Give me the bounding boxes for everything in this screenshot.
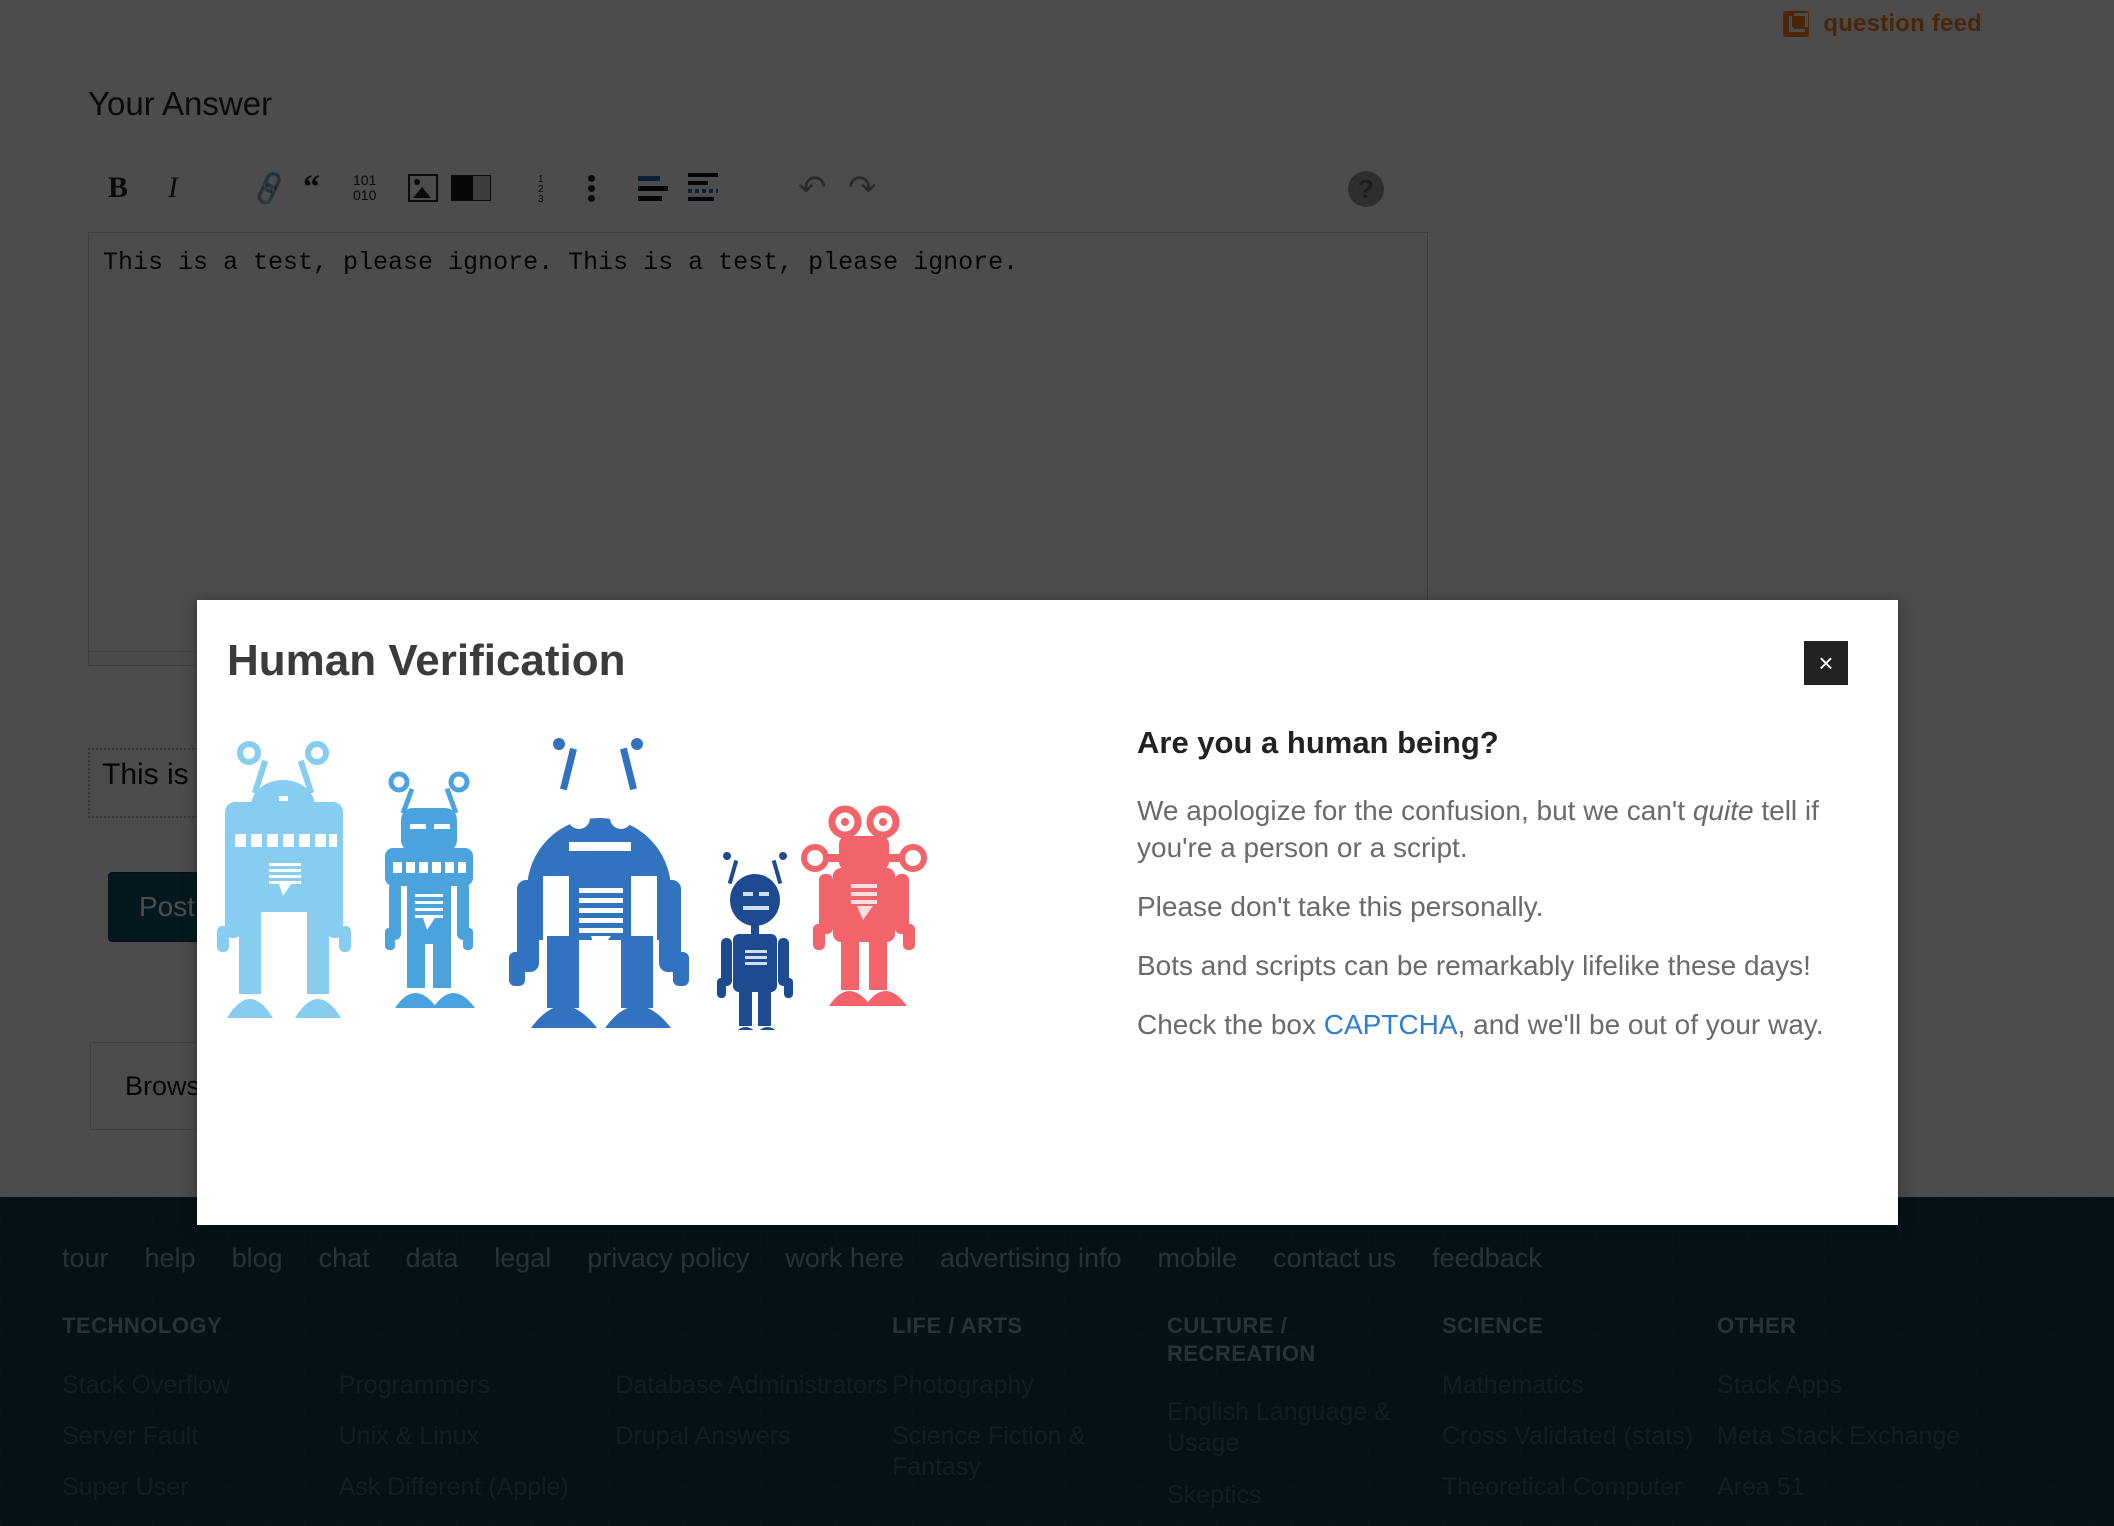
modal-paragraph-3: Bots and scripts can be remarkably lifel… bbox=[1137, 949, 1811, 981]
modal-captcha-line: Check the box CAPTCHA, and we'll be out … bbox=[1137, 1007, 1837, 1044]
robot-1 bbox=[217, 741, 351, 1018]
human-verification-modal: Human Verification × Are you a human bei… bbox=[197, 600, 1898, 1225]
robot-illustration bbox=[217, 730, 1147, 1030]
para1-before: We apologize for the confusion, but we c… bbox=[1137, 795, 1693, 826]
captcha-before: Check the box bbox=[1137, 1008, 1324, 1040]
robot-3 bbox=[509, 738, 689, 1028]
robots-svg bbox=[217, 738, 927, 1030]
modal-paragraph-1: We apologize for the confusion, but we c… bbox=[1137, 793, 1837, 867]
screen: question feed Your Answer B I 🔗 “ 101 01… bbox=[0, 0, 2114, 1526]
robot-5 bbox=[801, 805, 927, 1006]
modal-heading: Are you a human being? bbox=[1137, 725, 1499, 760]
para1-emphasis: quite bbox=[1692, 795, 1754, 826]
captcha-after: , and we'll be out of your way. bbox=[1457, 1008, 1824, 1040]
robot-2 bbox=[385, 771, 475, 1008]
captcha-link[interactable]: CAPTCHA bbox=[1324, 1009, 1458, 1040]
modal-paragraph-2: Please don't take this personally. bbox=[1137, 890, 1544, 922]
robot-4 bbox=[717, 852, 793, 1030]
close-icon[interactable]: × bbox=[1804, 641, 1848, 685]
modal-copy: Are you a human being? We apologize for … bbox=[1137, 725, 1837, 1066]
modal-title: Human Verification bbox=[227, 636, 626, 685]
